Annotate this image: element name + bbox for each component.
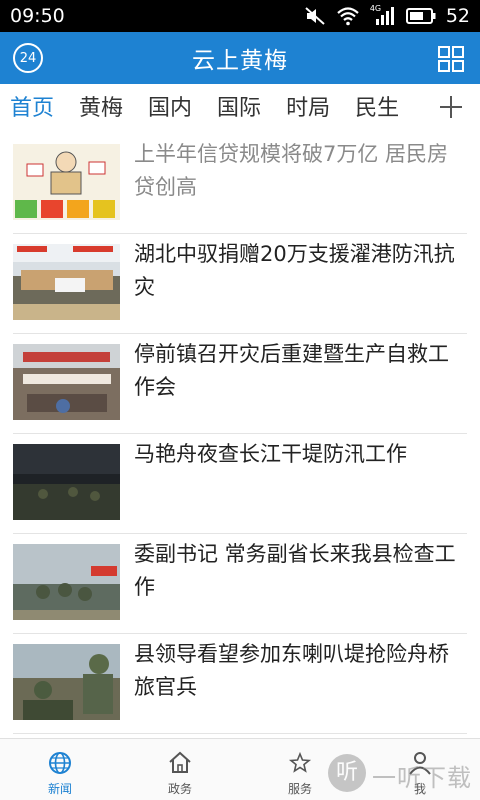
nav-government[interactable]: 政务	[140, 739, 220, 800]
divider	[13, 733, 467, 734]
news-title: 县领导看望参加东喇叭堤抢险舟桥旅官兵	[134, 642, 449, 699]
nav-label: 新闻	[47, 782, 72, 796]
news-title: 上半年信贷规模将破7万亿 居民房贷创高	[134, 142, 449, 199]
globe-icon	[49, 752, 71, 774]
wifi-icon	[337, 7, 359, 26]
status-bar: 09:50 4G 52	[0, 0, 480, 32]
battery-icon	[405, 8, 436, 24]
watermark-circle: 听	[328, 754, 366, 792]
date-badge[interactable]: 24	[13, 43, 43, 73]
add-tab-icon[interactable]	[438, 94, 464, 120]
news-thumbnail	[13, 244, 120, 320]
signal-icon: 4G	[370, 4, 396, 26]
category-tabs: 首页 黄梅 国内 国际 时局 民生	[0, 84, 480, 134]
news-item[interactable]: 马艳舟夜查长江干堤防汛工作	[0, 434, 480, 534]
tab-huangmei[interactable]: 黄梅	[79, 84, 123, 134]
status-time: 09:50	[10, 5, 65, 27]
news-title: 停前镇召开灾后重建暨生产自救工作会	[134, 342, 449, 399]
news-thumbnail	[13, 344, 120, 420]
news-thumbnail	[13, 544, 120, 620]
news-item[interactable]: 上半年信贷规模将破7万亿 居民房贷创高	[0, 134, 480, 234]
watermark-logo: 听 一听下载	[328, 752, 476, 798]
news-item[interactable]: 委副书记 常务副省长来我县检查工作	[0, 534, 480, 634]
status-icons: 4G 52	[304, 4, 470, 27]
battery-level: 52	[445, 5, 470, 27]
tab-current-affairs[interactable]: 时局	[286, 84, 330, 134]
news-thumbnail	[13, 444, 120, 520]
news-thumbnail	[13, 144, 120, 220]
tab-international[interactable]: 国际	[217, 84, 261, 134]
news-title: 委副书记 常务副省长来我县检查工作	[134, 542, 456, 599]
app-title: 云上黄梅	[192, 48, 288, 74]
grid-menu-icon[interactable]	[438, 46, 464, 72]
tab-livelihood[interactable]: 民生	[355, 84, 399, 134]
watermark-text: 一听下载	[372, 764, 472, 792]
news-item[interactable]: 县领导看望参加东喇叭堤抢险舟桥旅官兵	[0, 634, 480, 734]
news-item[interactable]: 停前镇召开灾后重建暨生产自救工作会	[0, 334, 480, 434]
news-thumbnail	[13, 644, 120, 720]
nav-label: 政务	[167, 782, 192, 796]
home-icon	[169, 751, 191, 773]
news-title: 湖北中驭捐赠20万支援濯港防汛抗灾	[134, 242, 455, 299]
nav-news[interactable]: 新闻	[20, 739, 100, 800]
app-header: 24 云上黄梅	[0, 32, 480, 84]
tab-domestic[interactable]: 国内	[148, 84, 192, 134]
mute-icon	[305, 7, 325, 25]
news-item[interactable]: 湖北中驭捐赠20万支援濯港防汛抗灾	[0, 234, 480, 334]
news-title: 马艳舟夜查长江干堤防汛工作	[134, 442, 407, 466]
service-icon	[288, 751, 312, 773]
tab-home[interactable]: 首页	[10, 84, 54, 134]
